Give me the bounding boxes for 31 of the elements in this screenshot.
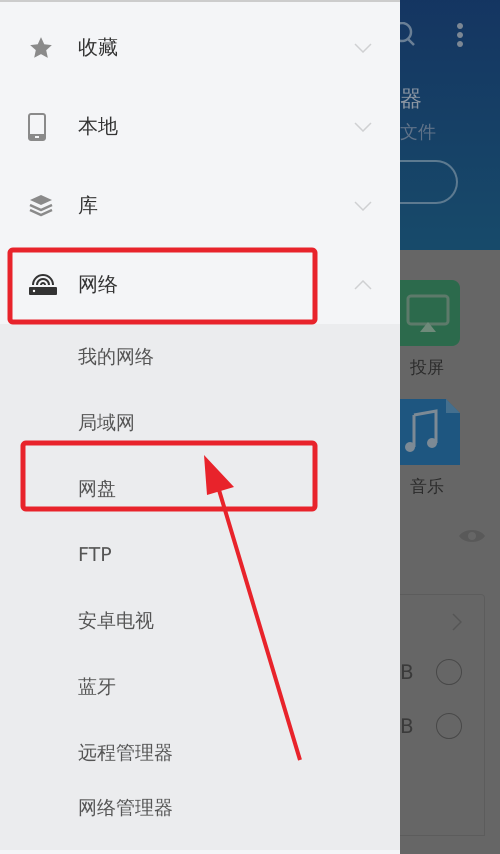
chevron-up-icon: [354, 280, 372, 290]
phone-icon: [28, 112, 46, 140]
chevron-down-icon: [354, 200, 372, 210]
submenu-item[interactable]: 蓝牙: [0, 654, 400, 720]
chevron-down-icon: [354, 42, 372, 52]
radio-button[interactable]: [436, 713, 462, 739]
router-icon: [28, 272, 58, 296]
menu-item[interactable]: 网络: [0, 245, 400, 324]
submenu-item[interactable]: 局域网: [0, 390, 400, 456]
menu-item[interactable]: 库: [0, 166, 400, 245]
music-file-icon[interactable]: [400, 399, 460, 465]
star-icon: [28, 34, 54, 60]
tile-label: 音乐: [409, 476, 445, 498]
layers-icon: [28, 192, 54, 218]
app-subtitle: 文件: [400, 121, 437, 144]
cast-icon[interactable]: [400, 280, 460, 346]
submenu-item[interactable]: FTP: [0, 522, 400, 588]
radio-button[interactable]: [436, 659, 462, 685]
tile-label: 投屏: [409, 357, 445, 379]
search-icon[interactable]: [400, 22, 416, 48]
header-button[interactable]: [400, 160, 458, 204]
submenu-item[interactable]: 安卓电视: [0, 588, 400, 654]
app-title: 器: [400, 86, 423, 114]
submenu-item[interactable]: 网盘: [0, 456, 400, 522]
submenu-item[interactable]: 我的网络: [0, 324, 400, 390]
more-icon[interactable]: [456, 22, 464, 48]
submenu-item[interactable]: 远程管理器: [0, 720, 400, 786]
menu-item[interactable]: 收藏: [0, 8, 400, 87]
chevron-down-icon: [354, 122, 372, 132]
submenu-item[interactable]: 网络管理器: [0, 786, 400, 830]
menu-item[interactable]: 本地: [0, 87, 400, 166]
